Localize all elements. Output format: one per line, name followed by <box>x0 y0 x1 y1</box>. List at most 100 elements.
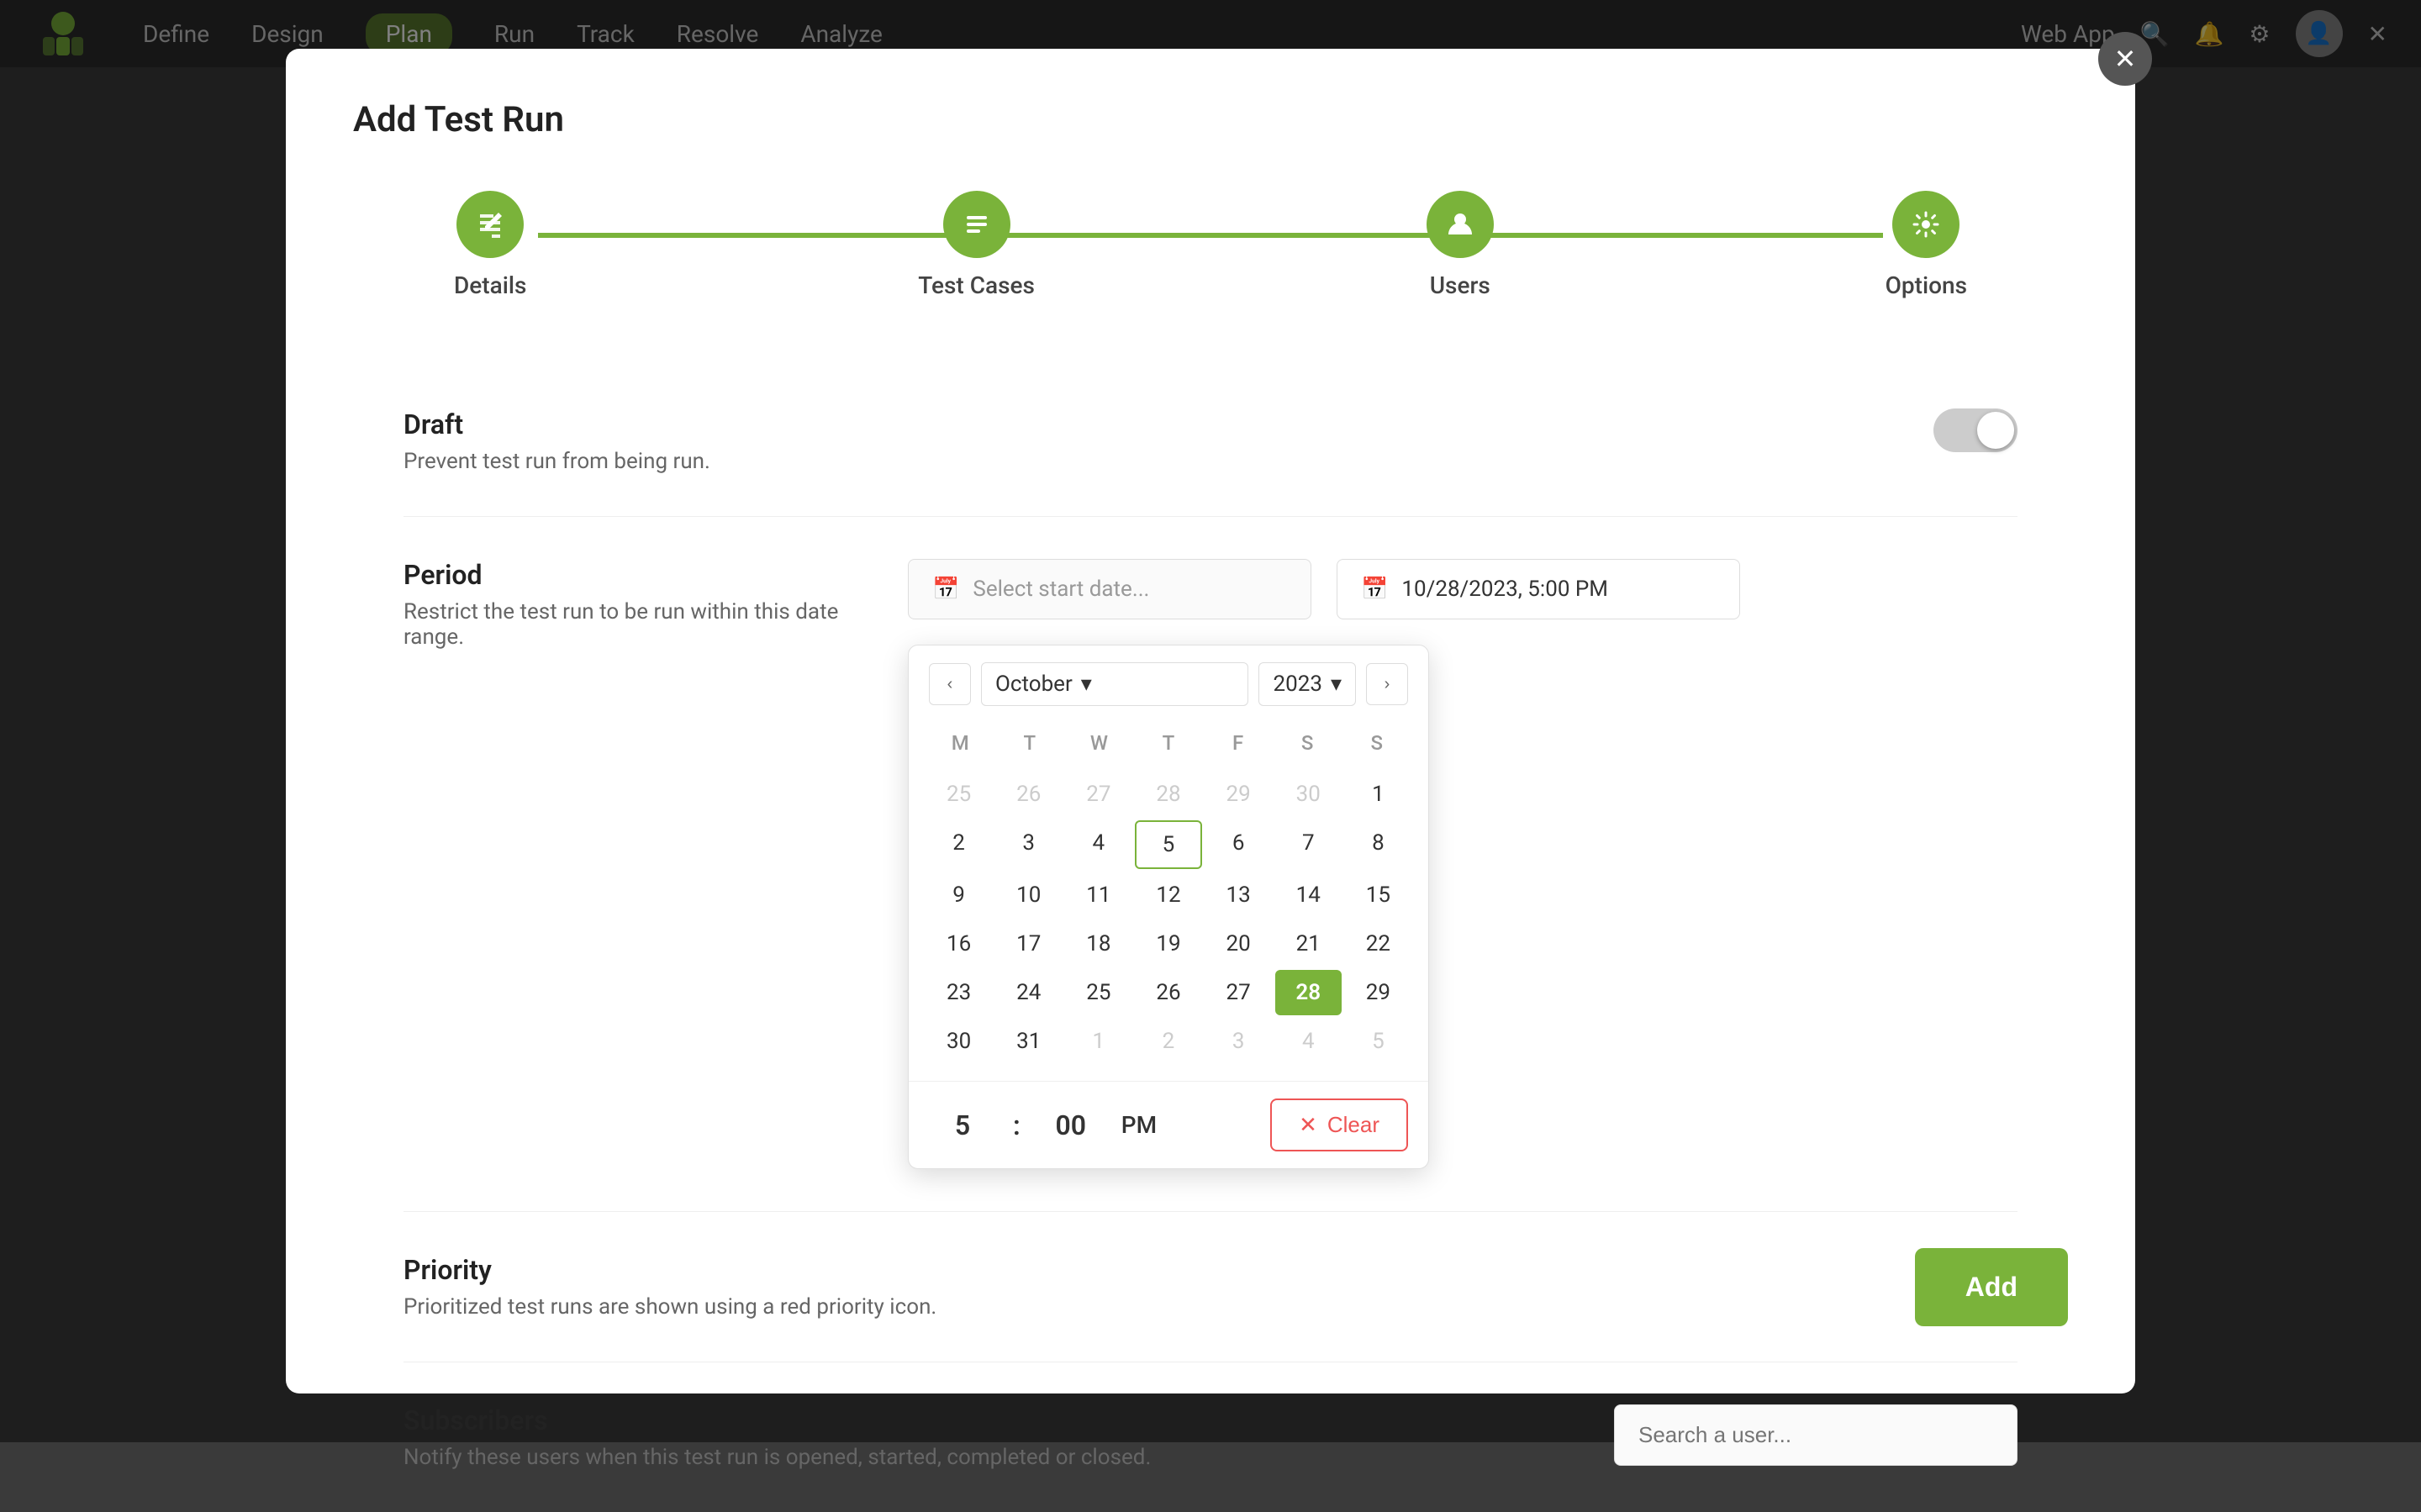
priority-section: Priority Prioritized test runs are shown… <box>404 1212 2018 1362</box>
day-header-wed: W <box>1064 723 1134 763</box>
modal-overlay: ✕ Add Test Run Details <box>0 0 2421 1442</box>
cal-day[interactable]: 26 <box>1135 970 1201 1015</box>
step-details[interactable]: Details <box>454 191 526 299</box>
priority-info: Priority Prioritized test runs are shown… <box>404 1254 2018 1320</box>
cal-day[interactable]: 1 <box>1345 772 1411 817</box>
cal-day[interactable]: 12 <box>1135 872 1201 918</box>
period-title: Period <box>404 559 874 591</box>
draft-info: Draft Prevent test run from being run. <box>404 408 1933 474</box>
time-hour[interactable]: 5 <box>929 1109 996 1141</box>
period-section: Period Restrict the test run to be run w… <box>404 517 2018 1212</box>
cal-day[interactable]: 28 <box>1135 772 1201 817</box>
cal-day[interactable]: 4 <box>1275 1019 1342 1064</box>
cal-day[interactable]: 25 <box>926 772 992 817</box>
time-minute[interactable]: 00 <box>1037 1109 1105 1141</box>
subscribers-description: Notify these users when this test run is… <box>404 1445 1614 1470</box>
day-header-tue: T <box>995 723 1065 763</box>
day-header-sun: S <box>1342 723 1411 763</box>
cal-day-selected[interactable]: 28 <box>1275 970 1342 1015</box>
cal-day[interactable]: 8 <box>1345 820 1411 869</box>
cal-day[interactable]: 23 <box>926 970 992 1015</box>
cal-day[interactable]: 6 <box>1205 820 1272 869</box>
calendar-next-button[interactable]: › <box>1366 663 1408 705</box>
calendar-year-select[interactable]: 2023 ▾ <box>1258 662 1356 706</box>
cal-day[interactable]: 25 <box>1065 970 1131 1015</box>
stepper-steps: Details Test Cases <box>454 191 1967 299</box>
subscribers-control <box>1614 1404 2018 1466</box>
end-date-value: 10/28/2023, 5:00 PM <box>1401 577 1608 602</box>
start-date-input[interactable]: 📅 Select start date... <box>908 559 1311 619</box>
draft-section: Draft Prevent test run from being run. <box>404 366 2018 517</box>
cal-day[interactable]: 20 <box>1205 921 1272 967</box>
cal-day[interactable]: 27 <box>1065 772 1131 817</box>
calendar-days: 25 26 27 28 29 30 1 2 3 4 <box>926 772 1411 1064</box>
calendar-prev-button[interactable]: ‹ <box>929 663 971 705</box>
cal-day[interactable]: 21 <box>1275 921 1342 967</box>
calendar-header: ‹ October ▾ 2023 ▾ › <box>909 645 1428 723</box>
subscribers-info: Subscribers Notify these users when this… <box>404 1404 1614 1470</box>
calendar-month-select[interactable]: October ▾ <box>981 662 1248 706</box>
cal-day[interactable]: 5 <box>1345 1019 1411 1064</box>
time-period[interactable]: PM <box>1121 1111 1157 1139</box>
day-header-thu: T <box>1134 723 1204 763</box>
step-details-circle <box>456 191 524 258</box>
step-details-label: Details <box>454 271 526 299</box>
cal-day-today[interactable]: 5 <box>1135 820 1201 869</box>
end-date-input[interactable]: 📅 10/28/2023, 5:00 PM <box>1337 559 1740 619</box>
cal-day[interactable]: 19 <box>1135 921 1201 967</box>
cal-day[interactable]: 15 <box>1345 872 1411 918</box>
period-right: 📅 Select start date... 📅 10/28/2023, 5:0… <box>908 559 2018 1169</box>
draft-toggle[interactable] <box>1933 408 2018 452</box>
step-users[interactable]: Users <box>1427 191 1494 299</box>
cal-day[interactable]: 10 <box>995 872 1062 918</box>
cal-day[interactable]: 11 <box>1065 872 1131 918</box>
subscribers-search-input[interactable] <box>1614 1404 2018 1466</box>
time-section: 5 : 00 PM ✕ Clear <box>909 1081 1428 1168</box>
cal-day[interactable]: 30 <box>926 1019 992 1064</box>
cal-day[interactable]: 9 <box>926 872 992 918</box>
cal-day[interactable]: 2 <box>1135 1019 1201 1064</box>
priority-title: Priority <box>404 1254 2018 1286</box>
cal-day[interactable]: 13 <box>1205 872 1272 918</box>
cal-day[interactable]: 16 <box>926 921 992 967</box>
cal-day[interactable]: 17 <box>995 921 1062 967</box>
step-test-cases[interactable]: Test Cases <box>918 191 1035 299</box>
cal-day[interactable]: 7 <box>1275 820 1342 869</box>
calendar: ‹ October ▾ 2023 ▾ › <box>908 645 1429 1169</box>
day-header-fri: F <box>1203 723 1273 763</box>
toggle-knob <box>1977 412 2014 449</box>
cal-day[interactable]: 24 <box>995 970 1062 1015</box>
cal-day[interactable]: 3 <box>1205 1019 1272 1064</box>
cal-day[interactable]: 29 <box>1205 772 1272 817</box>
calendar-year-chevron: ▾ <box>1331 672 1342 697</box>
draft-title: Draft <box>404 408 1933 440</box>
start-date-placeholder: Select start date... <box>973 577 1149 602</box>
step-test-cases-circle <box>943 191 1010 258</box>
cal-day[interactable]: 22 <box>1345 921 1411 967</box>
period-description: Restrict the test run to be run within t… <box>404 599 874 650</box>
add-button[interactable]: Add <box>1915 1248 2068 1326</box>
cal-day[interactable]: 26 <box>995 772 1062 817</box>
cal-day[interactable]: 3 <box>995 820 1062 869</box>
cal-day[interactable]: 30 <box>1275 772 1342 817</box>
cal-day[interactable]: 29 <box>1345 970 1411 1015</box>
step-options[interactable]: Options <box>1886 191 1967 299</box>
cal-day[interactable]: 27 <box>1205 970 1272 1015</box>
cal-day[interactable]: 18 <box>1065 921 1131 967</box>
period-date-row: 📅 Select start date... 📅 10/28/2023, 5:0… <box>908 559 2018 619</box>
step-options-circle <box>1892 191 1959 258</box>
step-users-circle <box>1427 191 1494 258</box>
clear-button[interactable]: ✕ Clear <box>1270 1098 1408 1151</box>
calendar-grid: M T W T F S S 25 26 <box>909 723 1428 1081</box>
cal-day[interactable]: 14 <box>1275 872 1342 918</box>
cal-day[interactable]: 1 <box>1065 1019 1131 1064</box>
priority-description: Prioritized test runs are shown using a … <box>404 1294 2018 1320</box>
stepper: Details Test Cases <box>353 191 2068 299</box>
modal-content: Draft Prevent test run from being run. P… <box>353 366 2068 1512</box>
clear-label: Clear <box>1327 1112 1379 1138</box>
cal-day[interactable]: 31 <box>995 1019 1062 1064</box>
cal-day[interactable]: 2 <box>926 820 992 869</box>
day-header-mon: M <box>926 723 995 763</box>
modal-close-button[interactable]: ✕ <box>2098 32 2152 86</box>
cal-day[interactable]: 4 <box>1065 820 1131 869</box>
